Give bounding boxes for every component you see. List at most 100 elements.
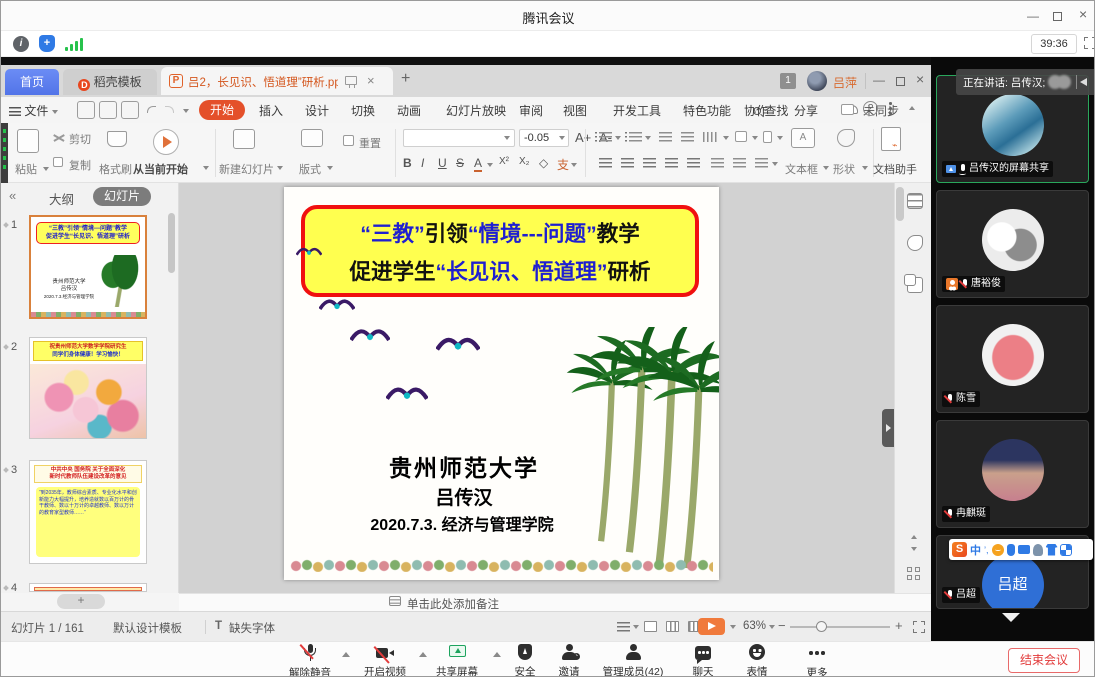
ribbon-tab-slideshow[interactable]: 幻灯片放映 [446, 102, 506, 119]
align-center-icon[interactable] [621, 158, 634, 168]
doc-assistant-icon[interactable]: ⌁ [881, 127, 901, 151]
format-painter-icon[interactable] [107, 131, 127, 147]
ime-punct-icon[interactable]: ’, [984, 545, 989, 555]
tab-close-icon[interactable]: × [367, 73, 375, 88]
zoom-slider-knob[interactable] [816, 621, 827, 632]
collapse-panel-icon[interactable]: « [9, 188, 16, 203]
account-name[interactable]: 吕萍 [833, 74, 857, 91]
sogou-logo-icon[interactable]: S [952, 542, 967, 557]
ime-skin-person-icon[interactable] [1033, 544, 1043, 556]
font-name-combobox[interactable] [403, 129, 515, 147]
shape-label[interactable]: 形状 [833, 161, 855, 177]
notes-placeholder[interactable]: 单击此处添加备注 [407, 596, 499, 612]
subscript-icon[interactable]: X₂ [519, 156, 530, 167]
para-spacing-icon[interactable] [733, 158, 746, 168]
participant-tile[interactable]: 陈雪 [936, 305, 1089, 413]
layout-label[interactable]: 版式 [299, 161, 321, 177]
undo-icon[interactable] [143, 101, 161, 119]
clipboard-panel-strip[interactable] [1, 123, 8, 183]
doc-assistant-label[interactable]: 文档助手 [873, 161, 917, 177]
tab-document[interactable]: P 吕2，长见识、悟道理”研析.ppt × [161, 67, 393, 95]
ribbon-tab-view[interactable]: 视图 [563, 102, 587, 119]
more-menu-icon[interactable] [889, 101, 892, 116]
end-meeting-button[interactable]: 结束会议 [1008, 648, 1080, 673]
ime-lang-icon[interactable]: 中 [970, 542, 981, 558]
paste-icon[interactable] [17, 129, 39, 153]
align-right-icon[interactable] [643, 158, 656, 168]
close-button[interactable]: × [1079, 7, 1087, 21]
design-template[interactable]: 默认设计模板 [113, 620, 182, 636]
current-slide[interactable]: “三教”引领“情境---问题”教学 促进学生“长见识、悟道理”研析 [284, 187, 719, 580]
copy-label[interactable]: 复制 [69, 157, 91, 173]
increase-indent-icon[interactable] [681, 132, 694, 142]
participant-tile[interactable]: 冉麒珽 [936, 420, 1089, 528]
ribbon-tab-insert[interactable]: 插入 [259, 102, 283, 119]
decrease-indent-icon[interactable] [659, 132, 672, 142]
shape-icon[interactable] [837, 129, 855, 147]
format-painter-label[interactable]: 格式刷 [99, 161, 132, 177]
ribbon-tab-features[interactable]: 特色功能 [683, 102, 731, 119]
canvas-scrollbar[interactable] [896, 187, 904, 221]
line-spacing-icon[interactable] [711, 158, 724, 168]
mic-options-caret[interactable] [342, 652, 350, 657]
notification-badge[interactable]: 1 [780, 73, 796, 89]
slide-sorter-icon[interactable] [666, 621, 679, 632]
textbox-icon[interactable]: A [791, 128, 815, 148]
sidebar-scrollbar[interactable] [168, 213, 175, 273]
help-icon[interactable]: ? [863, 101, 878, 116]
layout-icon[interactable] [301, 129, 323, 147]
meeting-info-icon[interactable]: i [13, 36, 29, 52]
notes-bar[interactable]: 单击此处添加备注 [179, 593, 931, 611]
italic-icon[interactable]: I [421, 156, 424, 170]
reply-arrow-icon[interactable] [1080, 78, 1087, 86]
wps-close-button[interactable]: × [916, 71, 924, 87]
superscript-icon[interactable]: X² [499, 156, 509, 167]
ime-shirt-icon[interactable] [1046, 544, 1058, 556]
more-button[interactable]: 更多 [797, 644, 837, 677]
clear-format-icon[interactable]: ◇ [539, 156, 548, 170]
grid-view-icon[interactable] [907, 567, 921, 581]
ribbon-tab-devtools[interactable]: 开发工具 [613, 102, 661, 119]
ribbon-tab-animation[interactable]: 动画 [397, 102, 421, 119]
slide-thumbnail-1[interactable]: “三教”引领“情境---问题”教学促进学生“长见识、悟道理”研析 贵州师范大学吕… [29, 215, 147, 319]
invite-button[interactable]: + 邀请 [549, 644, 589, 677]
fit-slide-icon[interactable] [913, 621, 925, 633]
share-screen-button[interactable]: 共享屏幕 [431, 644, 483, 677]
normal-view-icon[interactable] [644, 621, 657, 632]
tab-home[interactable]: 首页 [5, 69, 59, 95]
textbox-label[interactable]: 文本框 [785, 161, 818, 177]
zoom-slider[interactable] [790, 626, 890, 628]
increase-font-icon[interactable]: A+ [575, 130, 591, 145]
file-menu[interactable]: 文件 [9, 102, 58, 119]
smart-format-icon[interactable] [755, 158, 768, 168]
start-video-button[interactable]: 开启视频 [359, 644, 411, 677]
zoom-in-button[interactable]: + [895, 618, 903, 633]
new-slide-icon[interactable] [233, 129, 255, 149]
add-slide-button[interactable]: + [57, 594, 105, 609]
ime-toolbar[interactable]: S 中 ’, [949, 539, 1093, 560]
ribbon-tab-review[interactable]: 审阅 [519, 102, 543, 119]
video-options-caret[interactable] [419, 652, 427, 657]
slide-thumbnail-4[interactable] [29, 583, 147, 592]
tab-outline[interactable]: 大纲 [49, 189, 74, 208]
zoom-percent[interactable]: 63% [743, 620, 766, 632]
ime-emoji-icon[interactable] [992, 544, 1004, 556]
ime-mic-icon[interactable] [1007, 544, 1015, 556]
account-avatar[interactable] [807, 71, 827, 91]
wps-restore-button[interactable] [896, 75, 905, 89]
copy-icon[interactable] [53, 157, 63, 167]
bold-icon[interactable]: B [403, 156, 412, 170]
participant-tile[interactable]: 唐裕俊 [936, 190, 1089, 298]
transition-pane-icon[interactable] [907, 277, 923, 293]
slideshow-play-button[interactable] [698, 618, 725, 635]
align-left-icon[interactable] [599, 158, 612, 168]
cut-icon[interactable] [53, 133, 65, 143]
numbered-list-icon[interactable] [629, 132, 642, 142]
play-from-current-label[interactable]: 从当前开始 [133, 161, 188, 177]
strikethrough-icon[interactable]: S [456, 156, 464, 170]
collapse-panel-arrow[interactable] [1002, 613, 1020, 622]
task-window-icon[interactable] [841, 104, 854, 115]
ribbon-tab-transition[interactable]: 切换 [351, 102, 375, 119]
paste-label[interactable]: 粘贴 [15, 161, 37, 177]
zoom-out-button[interactable]: − [778, 618, 786, 633]
